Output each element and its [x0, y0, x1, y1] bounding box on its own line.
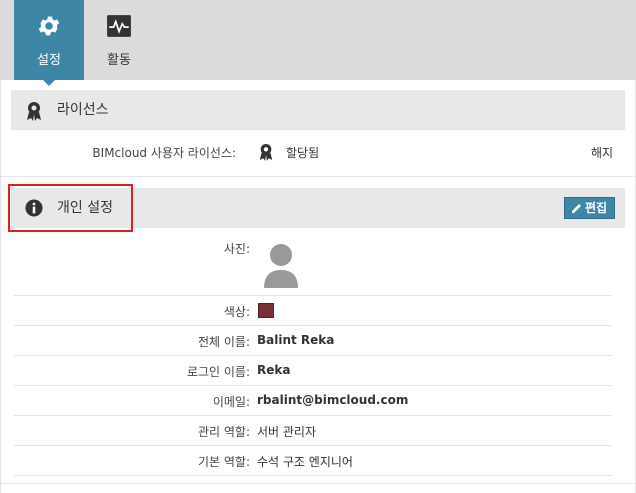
- section-divider: [0, 176, 636, 177]
- color-swatch: [258, 303, 274, 318]
- full-name-label: 전체 이름:: [197, 335, 250, 349]
- tab-activity[interactable]: 활동: [84, 0, 154, 80]
- login-name-value: Reka: [257, 363, 291, 377]
- avatar-placeholder-icon: [264, 244, 298, 288]
- tab-settings-label: 설정: [37, 53, 61, 68]
- revoke-license-link[interactable]: 해지: [591, 144, 613, 161]
- license-section-title: 라이선스: [57, 102, 109, 118]
- award-ribbon-icon: [27, 102, 41, 121]
- highlight-box: [8, 184, 133, 232]
- edit-button[interactable]: 편집: [564, 197, 615, 219]
- award-ribbon-icon: [259, 144, 273, 161]
- color-label: 색상:: [223, 305, 250, 319]
- tab-activity-label: 활동: [107, 53, 131, 68]
- edit-button-label: 편집: [585, 201, 608, 215]
- bottom-divider: [0, 483, 636, 484]
- pencil-icon: [572, 204, 581, 213]
- top-tab-bar: 설정 활동: [0, 0, 636, 86]
- default-role-value: 수석 구조 엔지니어: [257, 455, 353, 469]
- login-name-row: 로그인 이름: Reka: [14, 363, 612, 386]
- license-status: 할당됨: [286, 146, 320, 160]
- license-row: BIMcloud 사용자 라이선스: 할당됨 해지: [0, 140, 636, 168]
- email-value: rbalint@bimcloud.com: [257, 393, 409, 407]
- photo-label: 사진:: [223, 242, 250, 256]
- email-label: 이메일:: [212, 395, 250, 409]
- license-row-label: BIMcloud 사용자 라이선스:: [92, 146, 236, 160]
- admin-role-value: 서버 관리자: [257, 425, 317, 439]
- license-section-header: 라이선스: [11, 90, 625, 130]
- color-row: 색상:: [14, 303, 612, 326]
- tab-settings[interactable]: 설정: [14, 0, 84, 86]
- admin-role-label: 관리 역할:: [197, 425, 250, 439]
- gear-icon: [38, 16, 60, 36]
- full-name-row: 전체 이름: Balint Reka: [14, 333, 612, 356]
- login-name-label: 로그인 이름:: [186, 365, 250, 379]
- activity-monitor-icon: [107, 15, 131, 37]
- default-role-label: 기본 역할:: [197, 455, 250, 469]
- photo-row: 사진:: [14, 240, 612, 296]
- admin-role-row: 관리 역할: 서버 관리자: [14, 423, 612, 446]
- email-row: 이메일: rbalint@bimcloud.com: [14, 393, 612, 416]
- full-name-value: Balint Reka: [257, 333, 335, 347]
- default-role-row: 기본 역할: 수석 구조 엔지니어: [14, 453, 612, 476]
